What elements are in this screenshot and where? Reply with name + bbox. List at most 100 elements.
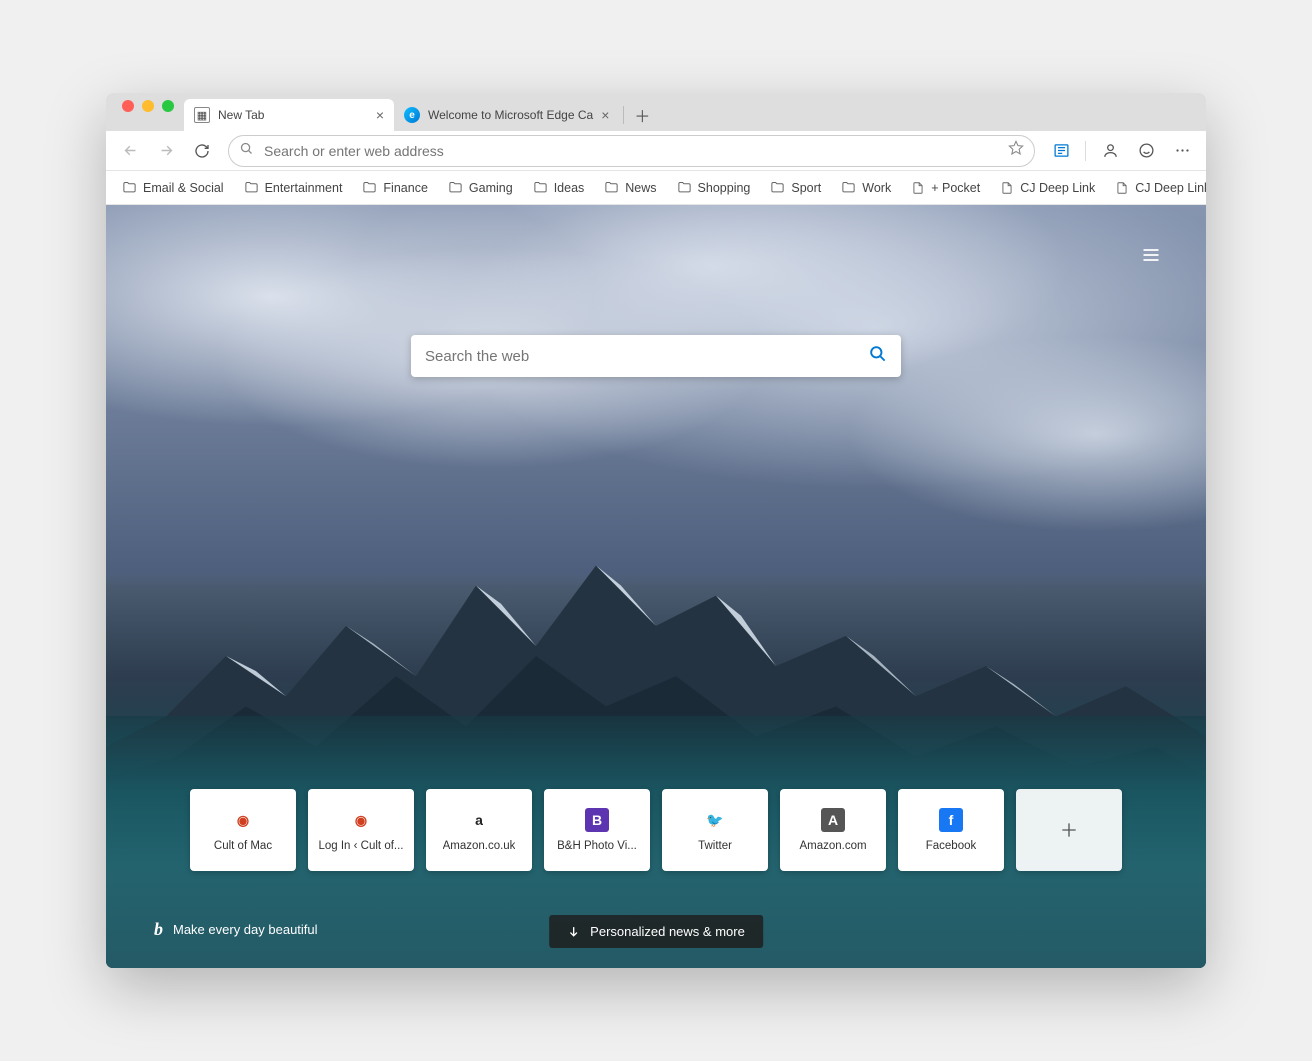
tile-label: Amazon.co.uk	[443, 840, 516, 852]
news-button-label: Personalized news & more	[590, 924, 745, 939]
web-search-input[interactable]	[425, 348, 868, 365]
site-icon: ◉	[231, 808, 255, 832]
bookmark-item[interactable]: Work	[833, 176, 899, 199]
bookmark-label: News	[625, 181, 656, 195]
window-controls	[114, 100, 184, 124]
reading-view-button[interactable]	[1045, 135, 1077, 167]
feedback-button[interactable]	[1130, 135, 1162, 167]
tab-welcome-edge[interactable]: e Welcome to Microsoft Edge Ca ×	[394, 99, 619, 131]
tagline-text: Make every day beautiful	[173, 922, 318, 937]
bookmark-item[interactable]: News	[596, 176, 664, 199]
quick-link-tile[interactable]: f Facebook	[898, 789, 1004, 871]
site-icon: B	[585, 808, 609, 832]
folder-icon	[604, 180, 619, 195]
bookmarks-bar: Email & Social Entertainment Finance Gaming…	[106, 171, 1206, 205]
folder-icon	[533, 180, 548, 195]
bookmark-label: CJ Deep Link	[1135, 181, 1206, 195]
search-icon	[239, 141, 254, 161]
bookmark-label: Ideas	[554, 181, 585, 195]
folder-icon	[770, 180, 785, 195]
profile-button[interactable]	[1094, 135, 1126, 167]
plus-icon	[1059, 820, 1079, 840]
folder-icon	[362, 180, 377, 195]
page-icon	[1115, 181, 1129, 195]
quick-link-tile[interactable]: B B&H Photo Vi...	[544, 789, 650, 871]
tab-label: New Tab	[218, 108, 264, 122]
site-icon: ◉	[349, 808, 373, 832]
page-icon	[911, 181, 925, 195]
page-icon	[1000, 181, 1014, 195]
minimize-window-button[interactable]	[142, 100, 154, 112]
tab-new-tab[interactable]: ▦ New Tab ×	[184, 99, 394, 131]
add-tile-button[interactable]	[1016, 789, 1122, 871]
edge-favicon-icon: e	[404, 107, 420, 123]
folder-icon	[448, 180, 463, 195]
quick-link-tile[interactable]: 🐦 Twitter	[662, 789, 768, 871]
web-search-box[interactable]	[411, 335, 901, 377]
bookmark-label: + Pocket	[931, 181, 980, 195]
bookmark-item[interactable]: CJ Deep Link	[1107, 177, 1206, 199]
address-input[interactable]	[264, 143, 998, 159]
close-tab-button[interactable]: ×	[601, 107, 609, 123]
tab-bar: ▦ New Tab × e Welcome to Microsoft Edge …	[106, 93, 1206, 131]
quick-links-tiles: ◉ Cult of Mac ◉ Log In ‹ Cult of... a Amazon.…	[190, 789, 1122, 871]
folder-icon	[677, 180, 692, 195]
bookmark-label: Entertainment	[265, 181, 343, 195]
bookmark-item[interactable]: CJ Deep Link	[992, 177, 1103, 199]
page-favicon-icon: ▦	[194, 107, 210, 123]
folder-icon	[244, 180, 259, 195]
bookmark-label: Email & Social	[143, 181, 224, 195]
search-icon[interactable]	[868, 344, 887, 368]
tab-label: Welcome to Microsoft Edge Ca	[428, 108, 593, 122]
quick-link-tile[interactable]: a Amazon.co.uk	[426, 789, 532, 871]
bookmark-label: Sport	[791, 181, 821, 195]
site-icon: f	[939, 808, 963, 832]
site-icon: A	[821, 808, 845, 832]
bing-logo-icon: b	[154, 919, 163, 940]
toolbar-separator	[1085, 141, 1086, 161]
site-icon: 🐦	[703, 808, 727, 832]
tile-label: B&H Photo Vi...	[557, 840, 637, 852]
quick-link-tile[interactable]: ◉ Log In ‹ Cult of...	[308, 789, 414, 871]
bookmark-item[interactable]: Finance	[354, 176, 435, 199]
new-tab-page: ◉ Cult of Mac ◉ Log In ‹ Cult of... a Amazon.…	[106, 205, 1206, 968]
bookmark-item[interactable]: Gaming	[440, 176, 521, 199]
back-button[interactable]	[114, 135, 146, 167]
favorite-star-icon[interactable]	[1008, 140, 1024, 161]
address-bar[interactable]	[228, 135, 1035, 167]
bookmark-item[interactable]: Email & Social	[114, 176, 232, 199]
forward-button[interactable]	[150, 135, 182, 167]
tile-label: Log In ‹ Cult of...	[318, 840, 403, 852]
bookmark-item[interactable]: Ideas	[525, 176, 593, 199]
folder-icon	[122, 180, 137, 195]
quick-link-tile[interactable]: A Amazon.com	[780, 789, 886, 871]
bookmark-item[interactable]: + Pocket	[903, 177, 988, 199]
maximize-window-button[interactable]	[162, 100, 174, 112]
bookmark-label: Gaming	[469, 181, 513, 195]
site-icon: a	[467, 808, 491, 832]
reload-button[interactable]	[186, 135, 218, 167]
close-tab-button[interactable]: ×	[376, 107, 384, 123]
bookmark-item[interactable]: Shopping	[669, 176, 759, 199]
tile-label: Cult of Mac	[214, 840, 272, 852]
folder-icon	[841, 180, 856, 195]
bookmark-label: CJ Deep Link	[1020, 181, 1095, 195]
page-settings-button[interactable]	[1141, 245, 1161, 270]
toolbar	[106, 131, 1206, 171]
bookmark-item[interactable]: Sport	[762, 176, 829, 199]
tile-label: Amazon.com	[799, 840, 866, 852]
new-tab-button[interactable]: ＋	[628, 101, 656, 129]
close-window-button[interactable]	[122, 100, 134, 112]
settings-menu-button[interactable]	[1166, 135, 1198, 167]
bing-tagline: b Make every day beautiful	[154, 919, 318, 940]
tile-label: Facebook	[926, 840, 977, 852]
tab-divider	[623, 106, 624, 124]
browser-window: ▦ New Tab × e Welcome to Microsoft Edge …	[106, 93, 1206, 968]
bookmark-item[interactable]: Entertainment	[236, 176, 351, 199]
bookmark-label: Work	[862, 181, 891, 195]
personalized-news-button[interactable]: Personalized news & more	[549, 915, 763, 948]
bookmark-label: Finance	[383, 181, 427, 195]
bookmark-label: Shopping	[698, 181, 751, 195]
tile-label: Twitter	[698, 840, 732, 852]
quick-link-tile[interactable]: ◉ Cult of Mac	[190, 789, 296, 871]
